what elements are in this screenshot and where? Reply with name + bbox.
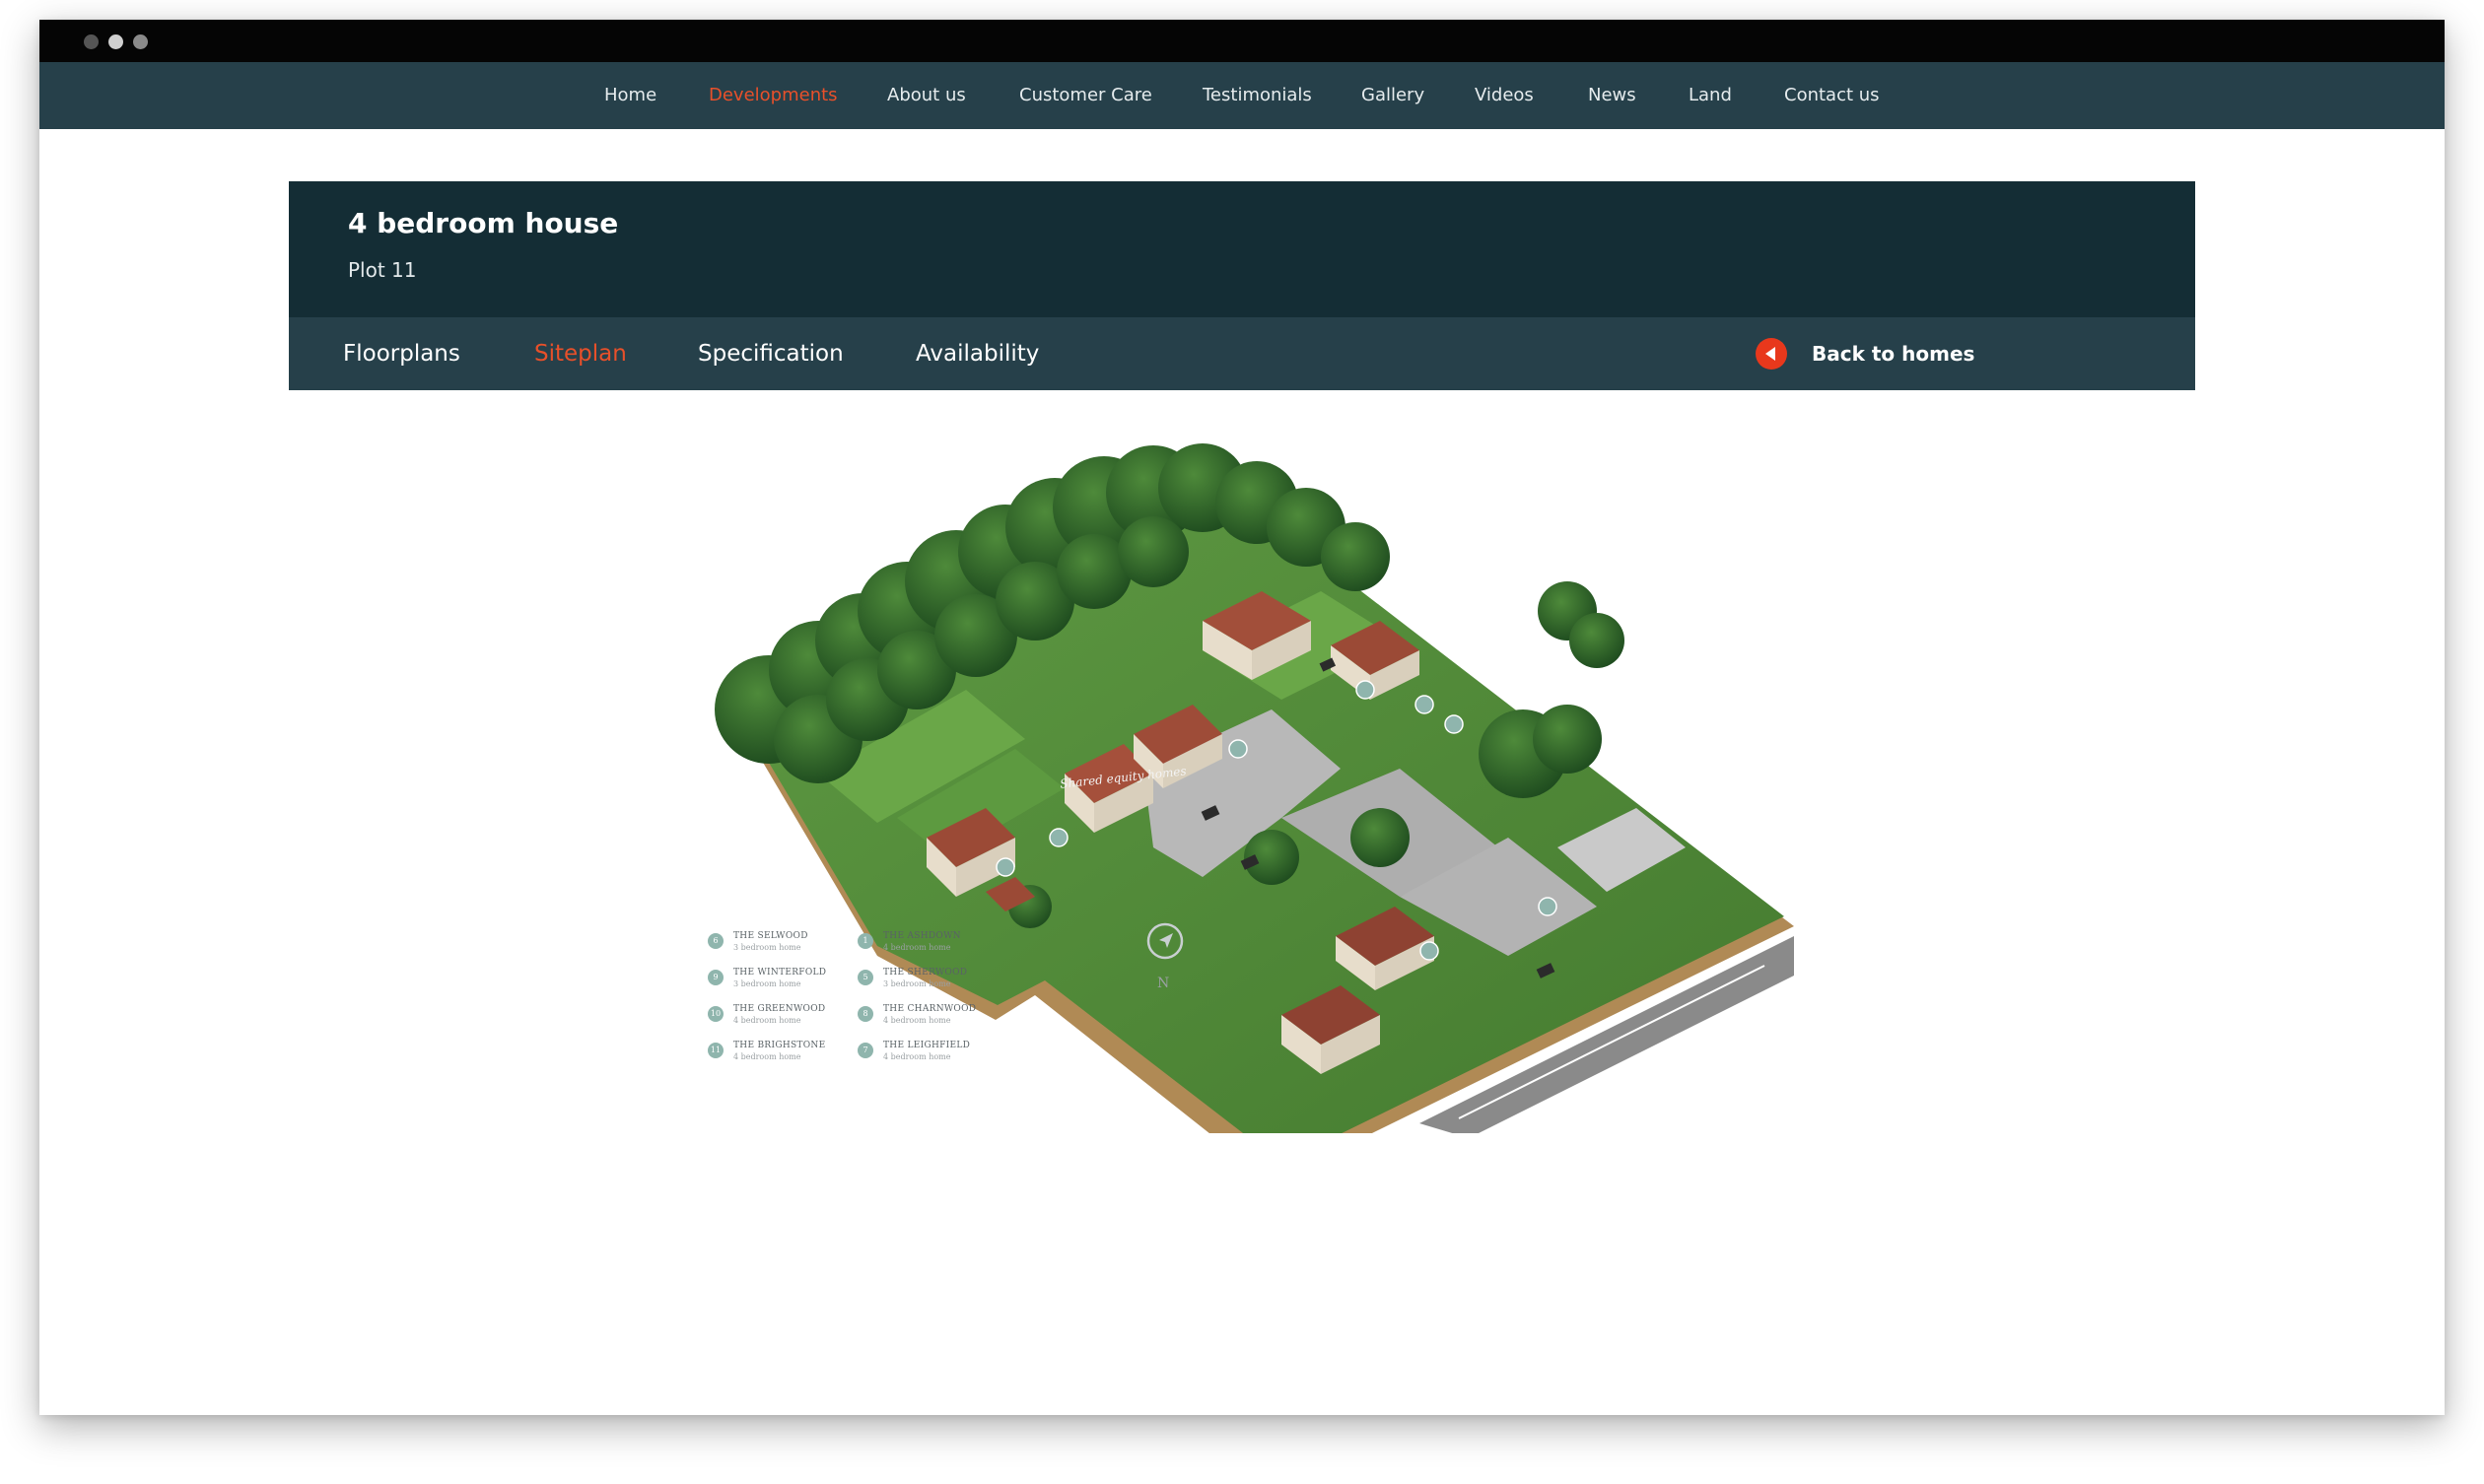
legend-item: 10 THE GREENWOOD 4 bedroom home	[708, 1004, 856, 1034]
compass: N	[1136, 921, 1195, 1000]
nav-item-about-us[interactable]: About us	[887, 62, 966, 129]
legend-item: 1 THE ASHDOWN 4 bedroom home	[858, 931, 1005, 961]
nav-item-land[interactable]: Land	[1689, 62, 1732, 129]
legend-number: 6	[708, 933, 724, 949]
legend-item: 9 THE WINTERFOLD 3 bedroom home	[708, 968, 856, 997]
window-chrome	[39, 20, 2445, 62]
legend-number: 11	[708, 1043, 724, 1058]
tab-siteplan[interactable]: Siteplan	[534, 317, 627, 390]
legend-house-type: 4 bedroom home	[883, 1052, 951, 1061]
chevron-left-icon	[1756, 338, 1787, 370]
legend-house-name: THE LEIGHFIELD	[883, 1041, 971, 1050]
property-tabs: Floorplans Siteplan Specification Availa…	[289, 317, 2195, 390]
back-to-homes-label: Back to homes	[1812, 342, 1975, 366]
legend-item: 8 THE CHARNWOOD 4 bedroom home	[858, 1004, 1005, 1034]
plot-label: Plot 11	[348, 258, 417, 282]
tab-floorplans[interactable]: Floorplans	[343, 317, 460, 390]
nav-item-contact-us[interactable]: Contact us	[1784, 62, 1880, 129]
page-title: 4 bedroom house	[348, 207, 619, 239]
legend-number: 7	[858, 1043, 873, 1058]
legend-number: 10	[708, 1006, 724, 1022]
legend-number: 5	[858, 970, 873, 985]
legend-house-name: THE GREENWOOD	[733, 1004, 826, 1014]
nav-item-developments[interactable]: Developments	[709, 62, 838, 129]
legend-house-type: 3 bedroom home	[733, 943, 801, 952]
legend-house-type: 4 bedroom home	[883, 943, 951, 952]
legend-house-type: 3 bedroom home	[883, 979, 951, 988]
window-dot-icon[interactable]	[108, 34, 123, 49]
nav-item-home[interactable]: Home	[604, 62, 656, 129]
legend-number: 9	[708, 970, 724, 985]
legend-house-name: THE BRIGHSTONE	[733, 1041, 826, 1050]
siteplan-legend: 6 THE SELWOOD 3 bedroom home 9 THE WINTE…	[708, 931, 1023, 1099]
nav-item-customer-care[interactable]: Customer Care	[1019, 62, 1152, 129]
window-dot-icon[interactable]	[133, 34, 148, 49]
legend-number: 8	[858, 1006, 873, 1022]
nav-item-gallery[interactable]: Gallery	[1361, 62, 1424, 129]
compass-icon	[1146, 922, 1184, 960]
tab-specification[interactable]: Specification	[698, 317, 844, 390]
legend-house-type: 4 bedroom home	[883, 1016, 951, 1025]
legend-item: 5 THE SHERWOOD 3 bedroom home	[858, 968, 1005, 997]
legend-item: 7 THE LEIGHFIELD 4 bedroom home	[858, 1041, 1005, 1070]
property-header: 4 bedroom house Plot 11	[289, 181, 2195, 317]
main-nav: Home Developments About us Customer Care…	[39, 62, 2445, 129]
legend-house-name: THE SELWOOD	[733, 931, 808, 941]
legend-house-name: THE SHERWOOD	[883, 968, 968, 978]
browser-window: Home Developments About us Customer Care…	[39, 20, 2445, 1415]
legend-house-type: 3 bedroom home	[733, 979, 801, 988]
legend-item: 6 THE SELWOOD 3 bedroom home	[708, 931, 856, 961]
nav-item-testimonials[interactable]: Testimonials	[1203, 62, 1312, 129]
legend-house-type: 4 bedroom home	[733, 1052, 801, 1061]
legend-house-name: THE CHARNWOOD	[883, 1004, 977, 1014]
back-to-homes-button[interactable]: Back to homes	[1756, 317, 1974, 390]
tab-availability[interactable]: Availability	[916, 317, 1039, 390]
legend-house-name: THE WINTERFOLD	[733, 968, 827, 978]
legend-house-type: 4 bedroom home	[733, 1016, 801, 1025]
legend-house-name: THE ASHDOWN	[883, 931, 961, 941]
nav-item-videos[interactable]: Videos	[1475, 62, 1534, 129]
compass-north-label: N	[1157, 976, 1170, 991]
legend-item: 11 THE BRIGHSTONE 4 bedroom home	[708, 1041, 856, 1070]
window-dot-icon[interactable]	[84, 34, 99, 49]
nav-item-news[interactable]: News	[1588, 62, 1636, 129]
legend-number: 1	[858, 933, 873, 949]
